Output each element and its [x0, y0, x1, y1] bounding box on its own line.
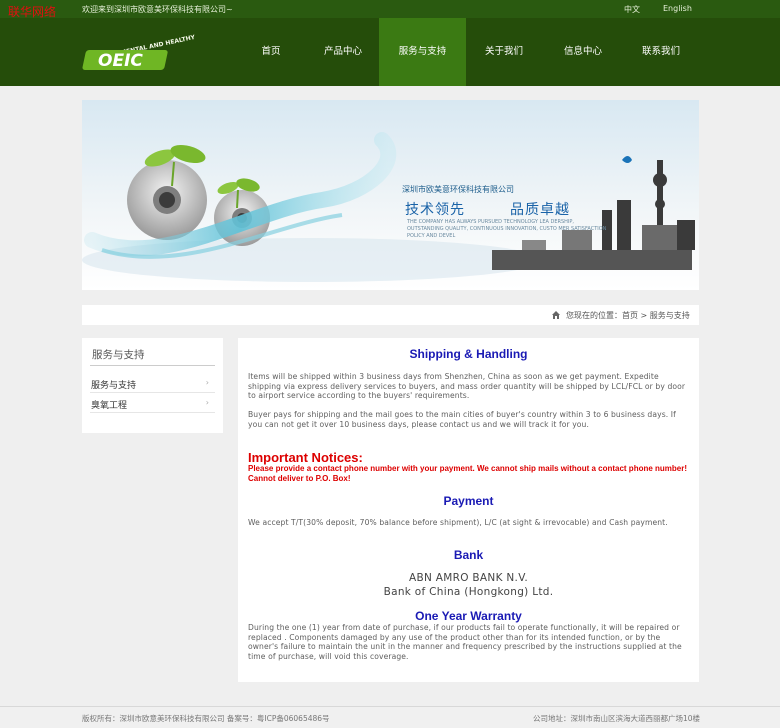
site-logo[interactable]: ENVIRONMENTAL AND HEALTHY OEIC	[82, 32, 202, 72]
shipping-paragraph-2: Buyer pays for shipping and the mail goe…	[248, 410, 676, 429]
bank-line-2: Bank of China (Hongkong) Ltd.	[383, 586, 554, 598]
important-heading: Important Notices:	[248, 450, 363, 465]
sidebar-title: 服务与支持	[92, 349, 145, 361]
chevron-right-icon: ›	[205, 378, 209, 387]
nav-contact[interactable]: 联系我们	[631, 18, 691, 86]
lang-cn-link[interactable]: 中文	[624, 4, 640, 15]
nav-info-center[interactable]: 信息中心	[553, 18, 613, 86]
nav-home[interactable]: 首页	[249, 18, 293, 86]
shipping-heading: Shipping & Handling	[409, 347, 528, 361]
nav-about[interactable]: 关于我们	[476, 18, 532, 86]
main-content: Shipping & Handling Items will be shippe…	[238, 338, 699, 682]
banner-tagline: THE COMPANY HAS ALWAYS PURSUED TECHNOLOG…	[407, 219, 607, 239]
home-icon	[552, 311, 560, 319]
welcome-text: 欢迎来到深圳市欧意美环保科技有限公司~	[82, 5, 233, 14]
banner-company: 深圳市欧美意环保科技有限公司	[402, 185, 514, 194]
banner-slogan-2: 品质卓越	[510, 202, 570, 218]
sidebar-item-label: 服务与支持	[91, 381, 137, 391]
gear-icon	[127, 160, 207, 240]
banner-slogan-1: 技术领先	[405, 202, 465, 218]
chevron-right-icon: ›	[205, 398, 209, 407]
sidebar-divider	[90, 365, 215, 366]
footer-address: 公司地址：深圳市南山区滨海大道西丽都广场10楼	[532, 714, 700, 723]
shipping-paragraph-1: Items will be shipped within 3 business …	[248, 372, 686, 401]
sidebar-item-label: 臭氧工程	[91, 401, 128, 411]
banner-illustration	[82, 132, 695, 282]
leaf-logo-icon	[622, 156, 632, 163]
breadcrumb-text[interactable]: 您现在的位置：首页 > 服务与支持	[566, 310, 690, 321]
top-bar: 联华网络 欢迎来到深圳市欧意美环保科技有限公司~ 中文 English	[0, 0, 780, 19]
hero-banner: 深圳市欧美意环保科技有限公司 技术领先 品质卓越 THE COMPANY HAS…	[82, 100, 699, 290]
breadcrumb: 您现在的位置：首页 > 服务与支持	[82, 305, 699, 325]
logo-mark-text: OEIC	[98, 51, 143, 71]
bank-line-1: ABN AMRO BANK N.V.	[409, 572, 528, 584]
nav-service-support[interactable]: 服务与支持	[379, 18, 466, 86]
sidebar: 服务与支持 服务与支持 › 臭氧工程 ›	[82, 338, 223, 433]
warranty-text: During the one (1) year from date of pur…	[248, 623, 682, 661]
lang-en-link[interactable]: English	[663, 4, 692, 13]
important-text: Please provide a contact phone number wi…	[248, 464, 688, 483]
nav-products[interactable]: 产品中心	[311, 18, 375, 86]
footer: 版权所有：深圳市欧意美环保科技有限公司 备案号：粤ICP备06065486号 公…	[0, 706, 780, 728]
payment-heading: Payment	[443, 494, 494, 508]
footer-copyright: 版权所有：深圳市欧意美环保科技有限公司 备案号：粤ICP备06065486号	[82, 714, 330, 723]
warranty-heading: One Year Warranty	[415, 609, 522, 623]
bank-heading: Bank	[453, 548, 484, 562]
sidebar-item-ozone[interactable]: 臭氧工程 ›	[90, 393, 215, 413]
sidebar-item-service-support[interactable]: 服务与支持 ›	[90, 373, 215, 393]
payment-text: We accept T/T(30% deposit, 70% balance b…	[248, 518, 668, 527]
